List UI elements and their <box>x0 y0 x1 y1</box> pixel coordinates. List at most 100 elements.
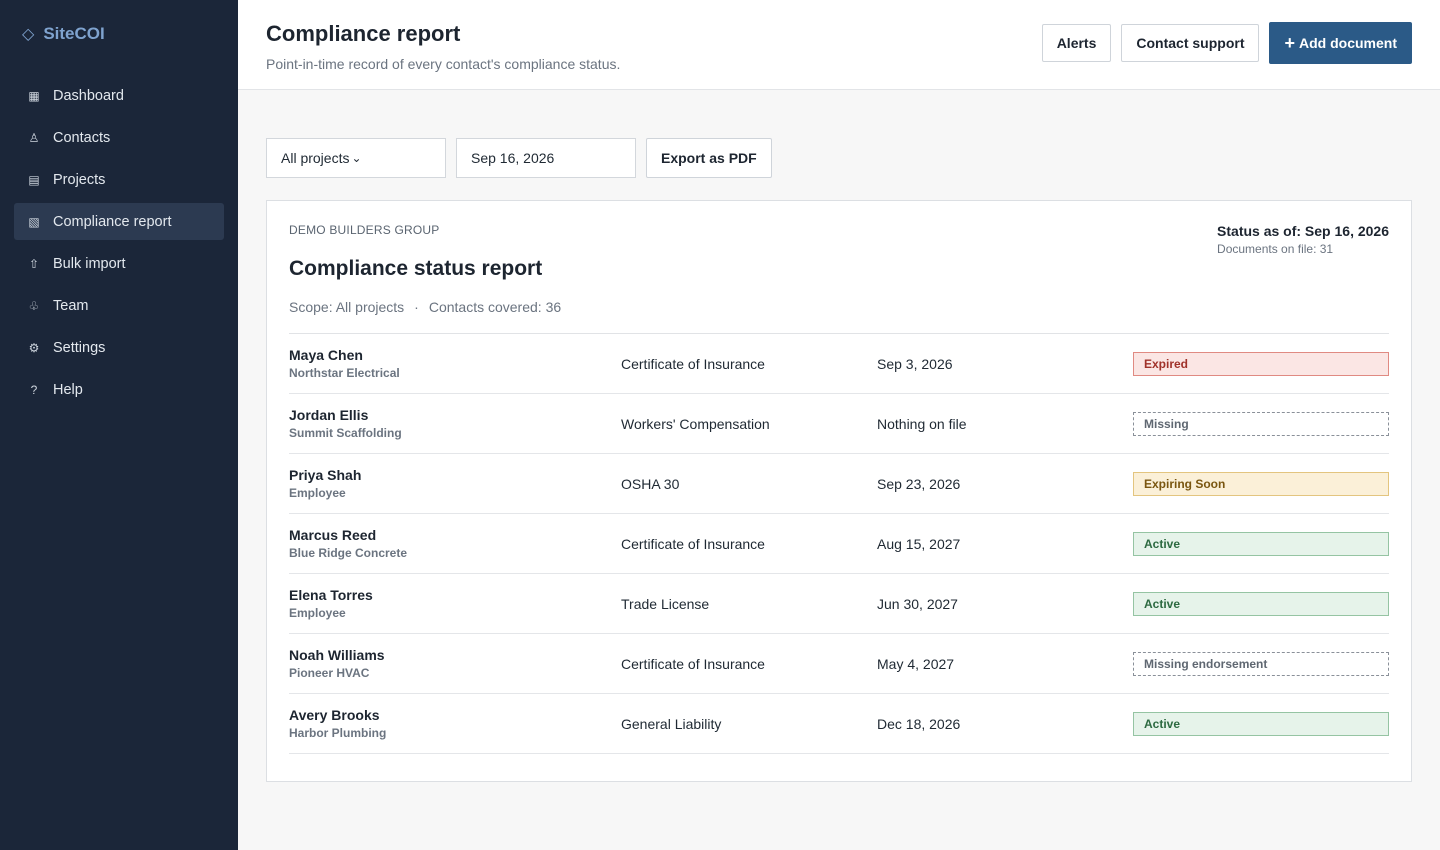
document-type: Certificate of Insurance <box>621 655 765 672</box>
contact-name: Maya Chen <box>289 347 363 363</box>
sidebar-item-dashboard[interactable]: ▦ Dashboard <box>14 77 224 114</box>
project-select-value: All projects <box>281 150 350 166</box>
expiration-date: Aug 15, 2027 <box>877 535 961 552</box>
contact-company: Northstar Electrical <box>289 366 400 380</box>
gear-icon: ⚙ <box>28 340 40 355</box>
table-row[interactable]: Elena Torres Employee Trade License Jun 30,… <box>289 574 1389 634</box>
contact-name: Marcus Reed <box>289 527 377 543</box>
date-field[interactable]: Sep 16, 2026 <box>456 138 636 178</box>
document-type: General Liability <box>621 715 722 732</box>
project-select[interactable]: All projects ⌄ <box>266 138 446 178</box>
sidebar-item-help[interactable]: ? Help <box>14 371 224 408</box>
sidebar-item-label: Team <box>53 297 89 314</box>
contact-company: Pioneer HVAC <box>289 666 370 680</box>
sidebar-item-contacts[interactable]: ♙ Contacts <box>14 119 224 156</box>
add-document-button[interactable]: + Add document <box>1269 22 1412 64</box>
sidebar-item-label: Compliance report <box>53 213 172 230</box>
expiration-date: Sep 23, 2026 <box>877 475 961 492</box>
status-summary: Status as of: Sep 16, 2026 Documents on … <box>1217 223 1389 281</box>
list-icon: ▤ <box>28 172 40 187</box>
chevron-down-icon: ⌄ <box>351 151 362 165</box>
table-row[interactable]: Avery Brooks Harbor Plumbing General Liabi… <box>289 694 1389 754</box>
contacts-covered: Contacts covered: 36 <box>428 299 562 315</box>
contact-cell: Maya Chen Northstar Electrical <box>289 347 621 380</box>
sidebar-item-bulk-import[interactable]: ⇧ Bulk import <box>14 245 224 282</box>
document-type: Trade License <box>621 595 710 612</box>
scope-line: Scope: All projects · Contacts covered: 36 <box>289 299 1389 334</box>
scope: Scope: All projects <box>289 299 405 315</box>
page-title: Compliance report <box>266 21 461 46</box>
sidebar-item-projects[interactable]: ▤ Projects <box>14 161 224 198</box>
main-area: Compliance report Point-in-time record o… <box>238 0 1440 850</box>
contact-company: Harbor Plumbing <box>289 726 387 740</box>
sidebar-item-label: Bulk import <box>53 255 126 272</box>
status-as-of: Status as of: Sep 16, 2026 <box>1217 223 1389 239</box>
expiration-date: May 4, 2027 <box>877 655 955 672</box>
document-type: OSHA 30 <box>621 475 680 492</box>
contact-support-button[interactable]: Contact support <box>1121 24 1260 62</box>
contact-cell: Marcus Reed Blue Ridge Concrete <box>289 527 621 560</box>
report-card: DEMO BUILDERS GROUP Compliance status re… <box>266 200 1412 782</box>
status-badge: Missing endorsement <box>1133 651 1389 676</box>
contact-cell: Avery Brooks Harbor Plumbing <box>289 707 621 740</box>
status-badge: Missing <box>1133 411 1389 436</box>
sidebar-item-compliance-report[interactable]: ▧ Compliance report <box>14 203 224 240</box>
table-row[interactable]: Marcus Reed Blue Ridge Concrete Certificat… <box>289 514 1389 574</box>
sidebar-item-label: Help <box>53 381 83 398</box>
expiration-date: Jun 30, 2027 <box>877 595 958 612</box>
report-icon: ▧ <box>28 214 40 229</box>
sidebar: ◇ SiteCOI ▦ Dashboard ♙ Contacts ▤ Projects ▧ C… <box>0 0 238 850</box>
diamond-icon: ◇ <box>22 26 35 43</box>
table-row[interactable]: Maya Chen Northstar Electrical Certificate… <box>289 334 1389 394</box>
contact-cell: Jordan Ellis Summit Scaffolding <box>289 407 621 440</box>
app-name: SiteCOI <box>43 24 105 43</box>
expiration-date: Dec 18, 2026 <box>877 715 961 732</box>
contact-cell: Elena Torres Employee <box>289 587 621 620</box>
sidebar-item-label: Projects <box>53 171 106 188</box>
export-pdf-button[interactable]: Export as PDF <box>646 138 772 178</box>
upload-icon: ⇧ <box>28 256 40 271</box>
report-rows: Maya Chen Northstar Electrical Certificate… <box>289 334 1389 754</box>
expiration-date: Sep 3, 2026 <box>877 355 953 372</box>
status-badge: Expired <box>1133 351 1389 376</box>
plus-icon: + <box>1284 33 1295 53</box>
add-document-label: Add document <box>1299 35 1397 51</box>
organization-name: DEMO BUILDERS GROUP <box>289 223 440 237</box>
contact-company: Employee <box>289 486 346 500</box>
contact-cell: Noah Williams Pioneer HVAC <box>289 647 621 680</box>
sidebar-item-label: Settings <box>53 339 106 356</box>
brand[interactable]: ◇ SiteCOI <box>14 0 224 68</box>
expiration-date: Nothing on file <box>877 415 967 432</box>
header-actions: Alerts Contact support + Add document <box>1041 0 1412 64</box>
team-icon: ♧ <box>28 298 40 313</box>
sidebar-item-settings[interactable]: ⚙ Settings <box>14 329 224 366</box>
contact-cell: Priya Shah Employee <box>289 467 621 500</box>
document-type: Certificate of Insurance <box>621 355 765 372</box>
date-field-value: Sep 16, 2026 <box>471 150 555 166</box>
alerts-button[interactable]: Alerts <box>1041 24 1112 62</box>
table-row[interactable]: Noah Williams Pioneer HVAC Certificate of … <box>289 634 1389 694</box>
sidebar-item-team[interactable]: ♧ Team <box>14 287 224 324</box>
page-subtitle: Point-in-time record of every contact's … <box>266 56 621 72</box>
contact-name: Jordan Ellis <box>289 407 369 423</box>
person-icon: ♙ <box>28 130 40 145</box>
content: All projects ⌄ Sep 16, 2026 Export as PD… <box>238 90 1440 782</box>
document-type: Workers' Compensation <box>621 415 770 432</box>
status-cell: Missing endorsement <box>1133 651 1389 676</box>
header-titles: Compliance report Point-in-time record o… <box>266 0 620 72</box>
contact-company: Employee <box>289 606 346 620</box>
status-badge: Active <box>1133 531 1389 556</box>
report-heading: DEMO BUILDERS GROUP Compliance status re… <box>289 223 542 281</box>
report-title: Compliance status report <box>289 257 543 280</box>
document-type: Certificate of Insurance <box>621 535 765 552</box>
table-row[interactable]: Priya Shah Employee OSHA 30 Sep 23, 2026 Exp… <box>289 454 1389 514</box>
contact-company: Blue Ridge Concrete <box>289 546 408 560</box>
status-cell: Expiring Soon <box>1133 471 1389 496</box>
status-badge: Active <box>1133 711 1389 736</box>
help-icon: ? <box>30 382 38 397</box>
status-cell: Active <box>1133 531 1389 556</box>
report-top: DEMO BUILDERS GROUP Compliance status re… <box>289 223 1389 281</box>
table-row[interactable]: Jordan Ellis Summit Scaffolding Workers' C… <box>289 394 1389 454</box>
sidebar-nav: ▦ Dashboard ♙ Contacts ▤ Projects ▧ Compliance … <box>14 77 224 408</box>
contact-company: Summit Scaffolding <box>289 426 402 440</box>
